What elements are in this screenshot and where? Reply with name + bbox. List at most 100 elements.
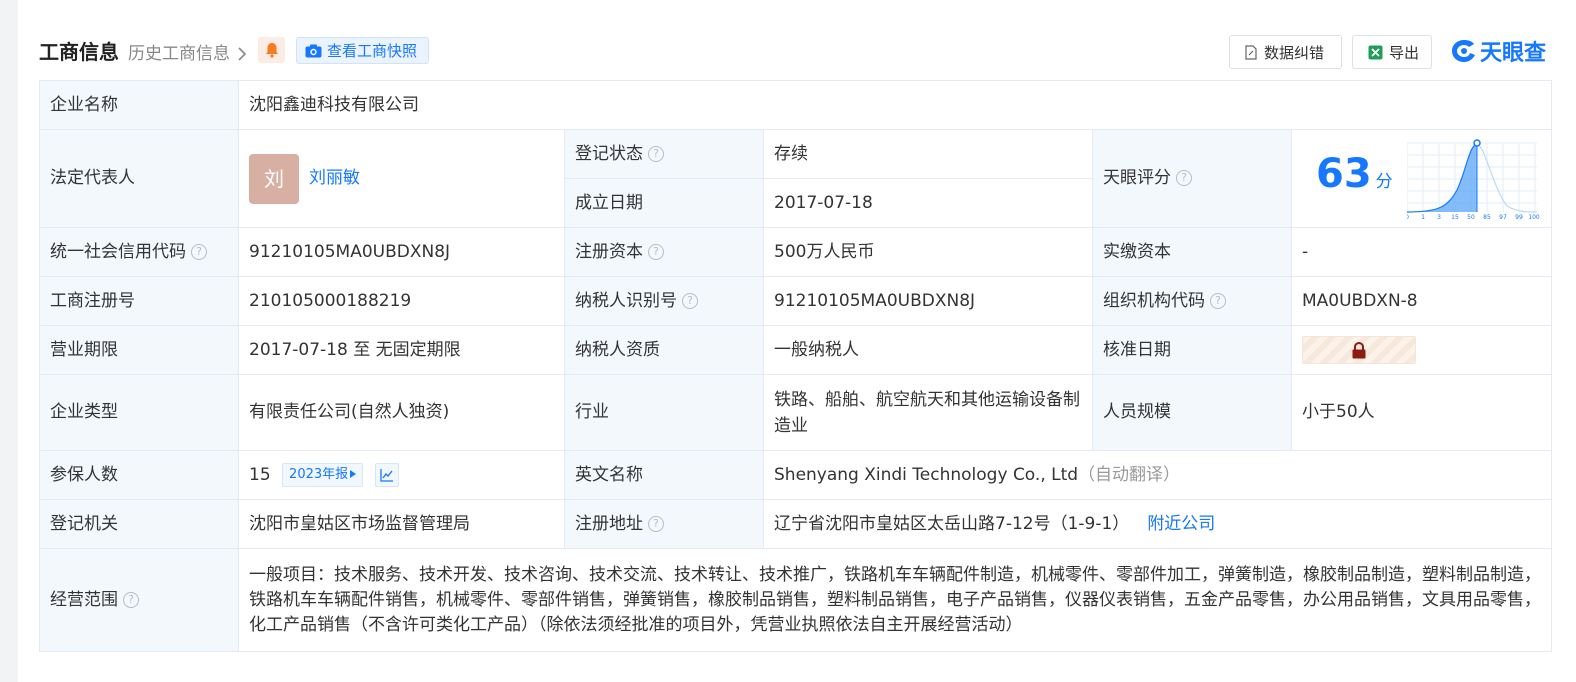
logo-text: 天眼查 [1480,41,1547,66]
legal-rep-cell: 刘 刘丽敏 [238,129,565,228]
annual-report-year-tag[interactable]: 2023年报 [282,462,364,487]
page: 工商信息 历史工商信息 查看工商快照 数据纠错 导出 天眼查 企业名称 沈阳鑫迪… [18,0,1576,682]
authority-value: 沈阳市皇姑区市场监督管理局 [238,499,565,549]
auto-translate-note: （自动翻译） [1078,464,1181,485]
type-label: 企业类型 [39,374,239,451]
export-button[interactable]: 导出 [1352,35,1432,69]
address-value: 辽宁省沈阳市皇姑区太岳山路7-12号（1-9-1） [774,513,1130,534]
approve-date-cell [1290,325,1553,375]
tianyancha-logo: 天眼查 [1451,36,1546,66]
score-distribution-chart: 0 1 3 15 50 85 97 99 100 [1407,138,1540,220]
reg-capital-value: 500万人民币 [763,227,1093,277]
company-name-label: 企业名称 [39,80,239,130]
term-label: 营业期限 [39,325,239,375]
help-icon[interactable]: ? [648,243,664,260]
help-icon[interactable]: ? [123,591,139,608]
credit-code-label-cell: 统一社会信用代码? [39,227,239,277]
legal-rep-label: 法定代表人 [39,129,239,228]
scope-value: 一般项目：技术服务、技术开发、技术咨询、技术交流、技术转让、技术推广，铁路机车车… [237,548,1553,652]
approve-date-label: 核准日期 [1092,325,1292,375]
score-tick: 3 [1437,214,1441,220]
help-icon[interactable]: ? [682,292,698,309]
table-row: 经营范围? 一般项目：技术服务、技术开发、技术咨询、技术交流、技术转让、技术推广… [39,548,1553,652]
org-code-value: MA0UBDXN-8 [1290,276,1553,326]
address-label: 注册地址 [575,513,643,534]
reg-status-value: 存续 [763,129,1093,179]
staff-label: 人员规模 [1092,374,1292,451]
table-row: 营业期限 2017-07-18 至 无固定期限 纳税人资质 一般纳税人 核准日期 [39,325,1553,375]
annual-report-year-label: 2023年报 [289,466,349,482]
found-date-value: 2017-07-18 [763,178,1093,228]
excel-icon [1368,45,1383,59]
score-value: 63 [1316,151,1372,197]
type-value: 有限责任公司(自然人独资) [238,374,565,451]
reg-status-label-cell: 登记状态? [564,129,764,179]
scope-label: 经营范围 [50,589,118,610]
scope-label-cell: 经营范围? [39,548,239,652]
table-row: 登记机关 沈阳市皇姑区市场监督管理局 注册地址? 辽宁省沈阳市皇姑区太岳山路7-… [39,499,1553,549]
org-code-label: 组织机构代码 [1103,290,1205,311]
table-row: 企业类型 有限责任公司(自然人独资) 行业 铁路、船舶、航空航天和其他运输设备制… [39,374,1553,451]
term-value: 2017-07-18 至 无固定期限 [238,325,565,375]
industry-label: 行业 [564,374,764,451]
help-icon[interactable]: ? [1176,170,1192,186]
score-tick: 1 [1421,214,1425,220]
reg-capital-label: 注册资本 [575,241,643,262]
insured-cell: 15 2023年报 [238,450,565,500]
address-label-cell: 注册地址? [564,499,764,549]
help-icon[interactable]: ? [648,145,664,162]
address-cell: 辽宁省沈阳市皇姑区太岳山路7-12号（1-9-1） 附近公司 [762,499,1553,549]
score-tick: 100 [1528,214,1540,220]
section-title: 工商信息 [39,40,119,64]
history-link[interactable]: 历史工商信息 [128,39,247,64]
score-tick: 97 [1499,214,1507,220]
line-chart-icon [379,468,393,482]
table-row: 统一社会信用代码? 91210105MA0UBDXN8J 注册资本? 500万人… [39,227,1553,277]
history-link-label: 历史工商信息 [128,44,230,64]
bell-icon [265,43,278,58]
score-label-cell: 天眼评分? [1092,129,1292,228]
table-row: 参保人数 15 2023年报 英文名称 Shenyang Xindi Techn… [39,450,1553,500]
help-icon[interactable]: ? [648,515,664,532]
paid-capital-label: 实缴资本 [1092,227,1292,277]
data-correction-button[interactable]: 数据纠错 [1229,35,1342,69]
staff-value: 小于50人 [1290,374,1553,451]
edit-document-icon [1245,44,1257,60]
industry-value: 铁路、船舶、航空航天和其他运输设备制造业 [763,374,1093,451]
taxpayer-qual-label: 纳税人资质 [564,325,764,375]
score-cell[interactable]: 63分 0 1 [1290,129,1553,228]
legal-rep-name-link[interactable]: 刘丽敏 [309,166,360,191]
found-date-label: 成立日期 [564,178,764,228]
monitor-bell-button[interactable] [258,37,285,63]
score-label: 天眼评分 [1103,168,1171,188]
score-unit: 分 [1375,172,1393,192]
table-row: 企业名称 沈阳鑫迪科技有限公司 [39,80,1553,130]
snapshot-button[interactable]: 查看工商快照 [296,37,429,64]
chevron-right-icon [238,47,247,61]
avatar[interactable]: 刘 [249,153,299,204]
score-tick: 85 [1483,214,1491,220]
caret-right-icon [350,469,357,478]
score-tick: 15 [1451,214,1459,220]
taxpayer-qual-value: 一般纳税人 [763,325,1093,375]
vip-locked-field[interactable] [1302,336,1416,364]
en-name-cell: Shenyang Xindi Technology Co., Ltd（自动翻译） [762,450,1553,500]
business-info-table: 企业名称 沈阳鑫迪科技有限公司 法定代表人 刘 刘丽敏 登记状态? 存续 天眼评… [39,80,1553,652]
taxpayer-id-value: 91210105MA0UBDXN8J [763,276,1093,326]
section-header: 工商信息 历史工商信息 查看工商快照 数据纠错 导出 天眼查 [18,0,1576,80]
paid-capital-value: - [1290,227,1553,277]
lock-icon [1352,342,1366,359]
export-label: 导出 [1389,43,1420,62]
en-name-value: Shenyang Xindi Technology Co., Ltd [774,464,1079,485]
taxpayer-id-label-cell: 纳税人识别号? [564,276,764,326]
authority-label: 登记机关 [39,499,239,549]
nearby-companies-link[interactable]: 附近公司 [1147,514,1215,534]
help-icon[interactable]: ? [191,243,207,260]
trend-chart-button[interactable] [374,462,399,487]
eye-logo-icon [1452,40,1475,62]
score-tick: 50 [1467,214,1475,220]
data-correction-label: 数据纠错 [1264,43,1325,62]
reg-no-label: 工商注册号 [39,276,239,326]
reg-status-label: 登记状态 [575,143,643,164]
help-icon[interactable]: ? [1210,292,1226,309]
